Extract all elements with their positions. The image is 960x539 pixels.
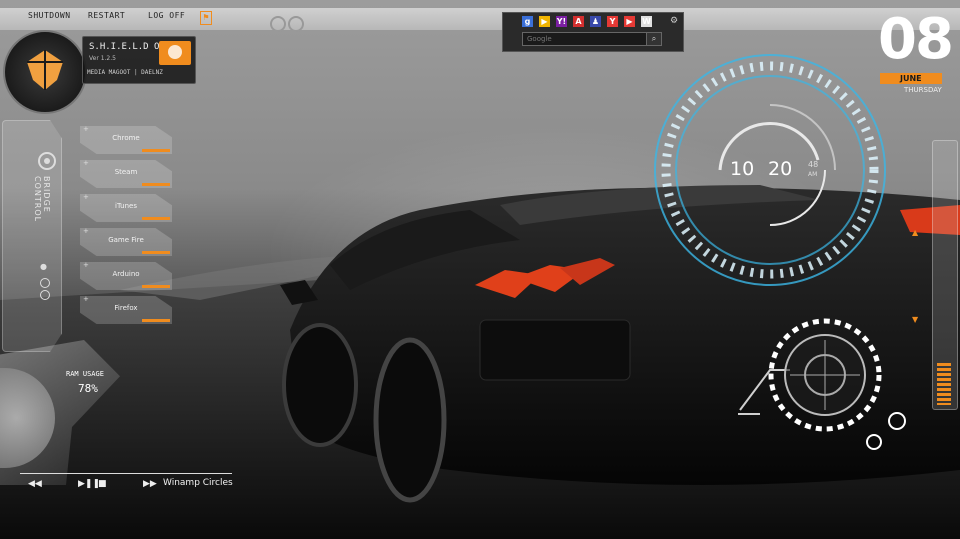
play-pause-icon[interactable]: ▶❚❚ xyxy=(78,479,100,489)
performance-gauge xyxy=(738,318,882,432)
launcher-steam[interactable]: + Steam xyxy=(80,159,172,188)
credit-label: MEDIA MAGOOT | DAELNZ xyxy=(87,69,163,76)
next-icon[interactable]: ▶▶ xyxy=(143,479,157,489)
clock-minute: 20 xyxy=(768,158,793,180)
bridge-control-title: BRIDGE CONTROL xyxy=(33,176,51,223)
search-button[interactable]: ⌕ xyxy=(646,32,662,46)
yahoo-icon[interactable]: Y! xyxy=(556,16,567,27)
gauge-up-icon[interactable]: ▲ xyxy=(912,228,918,237)
ring-small-icon-2[interactable] xyxy=(40,290,50,300)
restart-button[interactable]: RESTART xyxy=(88,11,125,20)
player-divider xyxy=(20,473,232,474)
search-settings-icon[interactable]: ⚙ xyxy=(670,16,678,26)
launcher-arduino[interactable]: + Arduino xyxy=(80,261,172,290)
player-track-title: Winamp Circles xyxy=(163,478,233,488)
profile-panel: S.H.I.E.L.D OS Ver 1.2.5 MEDIA MAGOOT | … xyxy=(82,36,196,84)
clock-ampm: AM xyxy=(808,171,818,178)
gauge-down-icon[interactable]: ▼ xyxy=(912,315,918,324)
toggle-ring-icon[interactable] xyxy=(288,16,304,32)
clock-hour: 10 xyxy=(730,158,755,180)
wikipedia-icon[interactable]: W xyxy=(641,16,652,27)
shutdown-button[interactable]: SHUTDOWN xyxy=(28,11,71,20)
shield-eagle-icon xyxy=(27,50,63,90)
os-version: Ver 1.2.5 xyxy=(89,55,116,62)
launcher-itunes[interactable]: + iTunes xyxy=(80,193,172,222)
os-name: S.H.I.E.L.D OS xyxy=(89,42,165,52)
settings-ring-icon[interactable] xyxy=(270,16,286,32)
launcher-label: Chrome xyxy=(112,134,140,142)
launcher-label: Game Fire xyxy=(108,236,144,244)
launcher-label: iTunes xyxy=(115,202,137,210)
logoff-button[interactable]: LOG OFF xyxy=(148,11,185,20)
user-avatar[interactable] xyxy=(159,41,191,65)
shield-badge-icon[interactable]: ⚑ xyxy=(200,11,212,25)
ring-small-icon[interactable] xyxy=(40,278,50,288)
clock-second: 48 xyxy=(808,160,819,169)
launcher-label: Arduino xyxy=(112,270,140,278)
youtube-icon[interactable]: ▶ xyxy=(624,16,635,27)
adobe-icon[interactable]: A xyxy=(573,16,584,27)
launcher-chrome[interactable]: + Chrome xyxy=(80,125,172,154)
ram-usage-value: 78% xyxy=(78,382,98,395)
search-input[interactable] xyxy=(522,32,654,46)
shield-logo xyxy=(3,30,87,114)
target-icon[interactable] xyxy=(38,152,56,170)
apple-icon xyxy=(168,45,182,59)
launcher-game-fire[interactable]: + Game Fire xyxy=(80,227,172,256)
people-icon[interactable]: ♟ xyxy=(590,16,601,27)
volume-gauge[interactable] xyxy=(932,140,958,410)
gauge-dot-icon-2[interactable] xyxy=(866,434,882,450)
stop-icon[interactable]: ■ xyxy=(98,479,107,489)
gauge-dot-icon[interactable] xyxy=(888,412,906,430)
google-icon[interactable]: g xyxy=(522,16,533,27)
launcher-label: Firefox xyxy=(114,304,138,312)
launcher-label: Steam xyxy=(114,168,138,176)
y-icon[interactable]: Y xyxy=(607,16,618,27)
ram-usage-label: RAM USAGE xyxy=(66,370,104,378)
launcher-firefox[interactable]: + Firefox xyxy=(80,295,172,324)
drop-icon[interactable]: ● xyxy=(40,262,47,271)
volume-level xyxy=(937,363,951,405)
top-bar xyxy=(0,8,960,30)
previous-icon[interactable]: ◀◀ xyxy=(28,479,42,489)
play-icon[interactable]: ▶ xyxy=(539,16,550,27)
